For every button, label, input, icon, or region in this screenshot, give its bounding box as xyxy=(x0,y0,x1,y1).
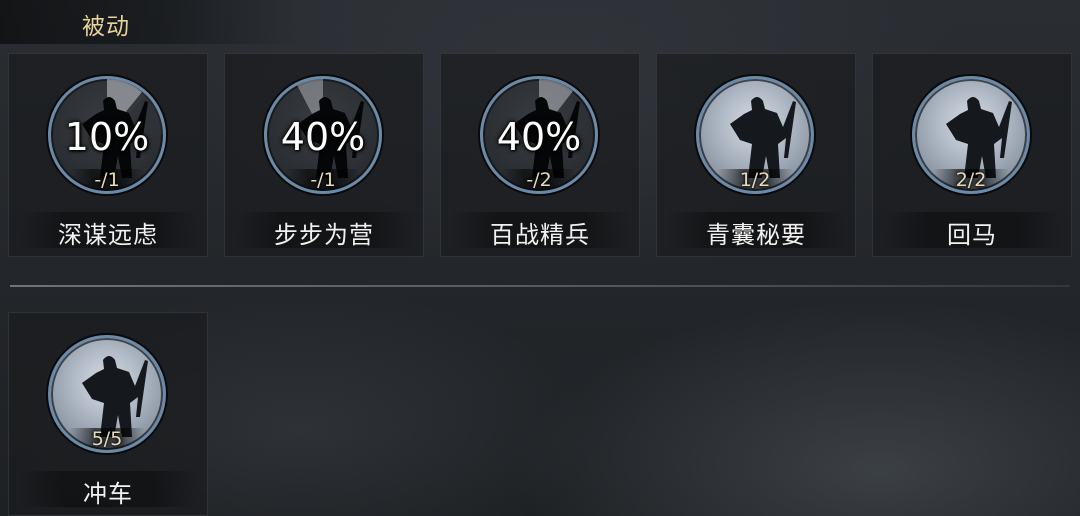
cooldown-percent: 10% xyxy=(64,115,150,159)
row-divider xyxy=(10,285,1070,287)
skill-level-count: 2/2 xyxy=(955,169,987,191)
skill-card-4[interactable]: 1/2 青囊秘要 xyxy=(656,53,856,257)
skill-name: 步步为营 xyxy=(274,221,374,249)
skill-name: 青囊秘要 xyxy=(706,221,806,249)
skill-card-5[interactable]: 2/2 回马 xyxy=(872,53,1072,257)
skill-level-count: 5/5 xyxy=(91,428,123,450)
skill-card-2[interactable]: 40% -/1 步步为营 xyxy=(224,53,424,257)
skill-level-count: -/1 xyxy=(310,169,336,191)
skill-level-count: -/2 xyxy=(526,169,552,191)
skill-name: 深谋远虑 xyxy=(58,221,158,249)
cooldown-percent: 40% xyxy=(496,115,582,159)
skill-card-1[interactable]: 10% -/1 深谋远虑 xyxy=(8,53,208,257)
section-header: 被动 xyxy=(0,0,300,44)
skill-icon-frame: 1/2 xyxy=(696,76,814,194)
skill-icon-frame: 10% -/1 xyxy=(48,76,166,194)
skill-name: 冲车 xyxy=(83,480,133,508)
section-title: 被动 xyxy=(82,14,130,40)
skill-level-count: -/1 xyxy=(94,169,120,191)
skill-icon-frame: 2/2 xyxy=(912,76,1030,194)
skill-card-6[interactable]: 5/5 冲车 xyxy=(8,312,208,516)
skill-name: 回马 xyxy=(947,221,997,249)
skill-level-count: 1/2 xyxy=(739,169,771,191)
skill-icon-frame: 5/5 xyxy=(48,335,166,453)
skill-icon-frame: 40% -/2 xyxy=(480,76,598,194)
skill-icon-frame: 40% -/1 xyxy=(264,76,382,194)
skill-name: 百战精兵 xyxy=(490,221,590,249)
skill-card-3[interactable]: 40% -/2 百战精兵 xyxy=(440,53,640,257)
cooldown-percent: 40% xyxy=(280,115,366,159)
